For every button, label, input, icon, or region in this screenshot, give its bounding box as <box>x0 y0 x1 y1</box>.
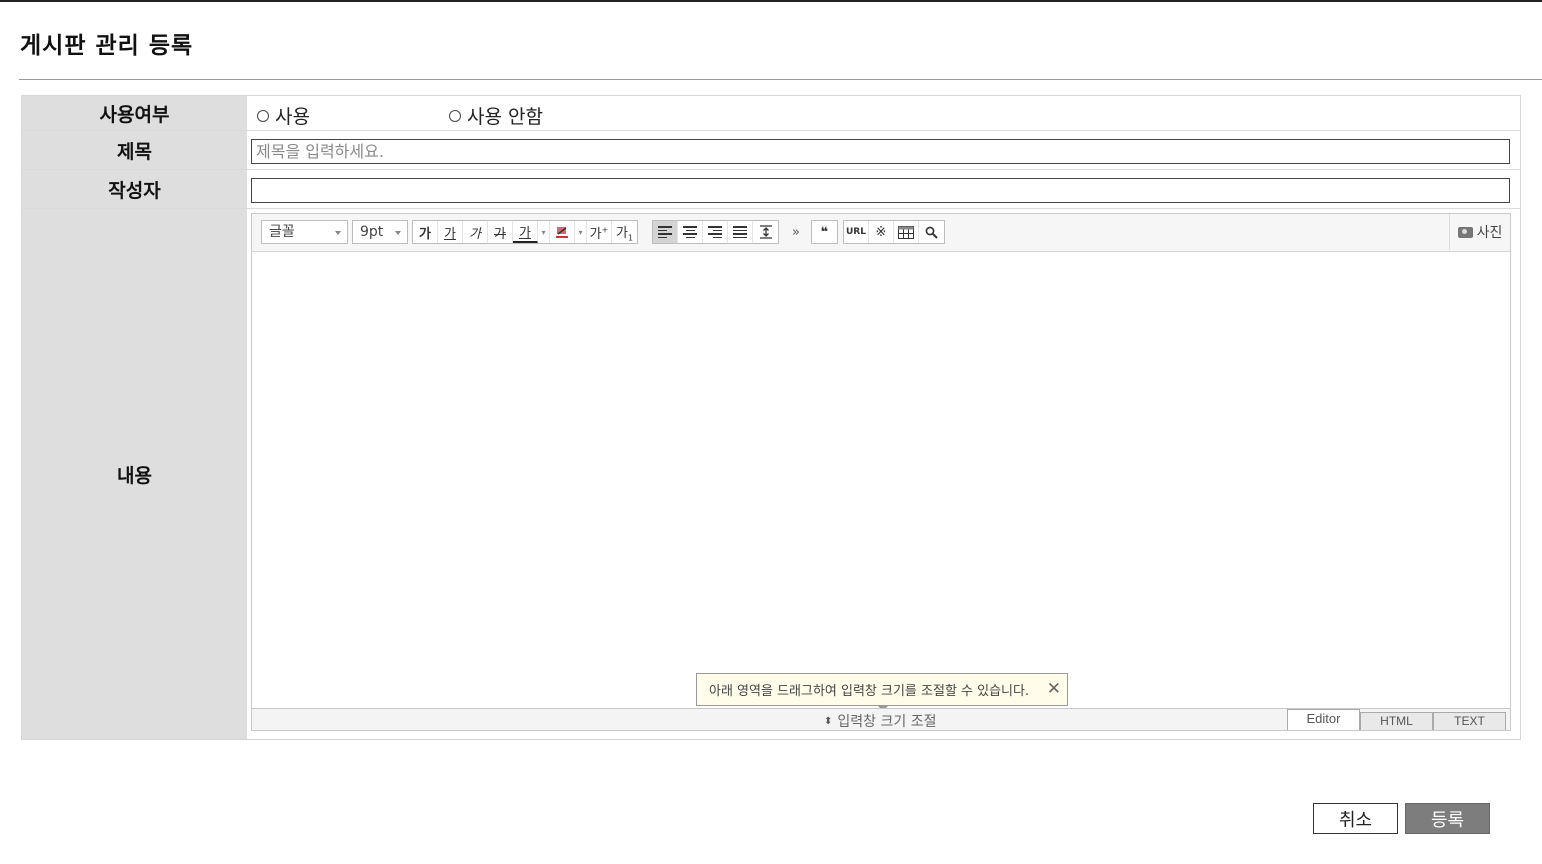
author-input[interactable] <box>251 178 1510 203</box>
content-cell: 글꼴 9pt 가 가 가 가 가 ▾ ▾ 가+ 가1 » ❝ URL ※ 사진 … <box>247 209 1520 739</box>
tab-html[interactable]: HTML <box>1360 712 1433 730</box>
font-size-select[interactable]: 9pt <box>352 220 408 244</box>
quote-group: ❝ <box>811 220 838 244</box>
use-label: 사용여부 <box>22 96 247 130</box>
align-justify-icon <box>733 226 747 238</box>
cancel-button[interactable]: 취소 <box>1313 803 1398 834</box>
editor-toolbar: 글꼴 9pt 가 가 가 가 가 ▾ ▾ 가+ 가1 » ❝ URL ※ 사진 <box>252 214 1510 252</box>
photo-button[interactable]: 사진 <box>1449 214 1510 250</box>
align-left-button[interactable] <box>653 221 678 243</box>
close-icon[interactable]: ✕ <box>1047 680 1061 698</box>
tab-editor[interactable]: Editor <box>1287 709 1360 730</box>
page-title: 게시판 관리 등록 <box>20 33 194 59</box>
resize-text: 입력창 크기 조절 <box>837 714 937 730</box>
bold-button[interactable]: 가 <box>413 221 438 243</box>
special-char-button[interactable]: ※ <box>869 221 894 243</box>
tooltip-text: 아래 영역을 드래그하여 입력창 크기를 조절할 수 있습니다. <box>709 684 1030 699</box>
tab-text[interactable]: TEXT <box>1433 712 1506 730</box>
url-icon: URL <box>846 227 866 237</box>
author-cell <box>247 170 1520 208</box>
font-color-icon: 가 <box>519 225 531 241</box>
font-size-value: 9pt <box>360 224 384 240</box>
align-left-icon <box>658 226 672 238</box>
chevron-down-icon <box>395 231 401 235</box>
use-radio-label: 사용 <box>275 106 310 128</box>
url-button[interactable]: URL <box>844 221 869 243</box>
resize-handle[interactable]: ⬍ 입력창 크기 조절 Editor HTML TEXT <box>252 708 1510 730</box>
subscript-icon: 가1 <box>615 225 634 243</box>
line-height-icon <box>759 225 772 239</box>
resize-arrows-icon: ⬍ <box>824 715 833 727</box>
editor-content-area[interactable] <box>252 252 1510 708</box>
underline-button[interactable]: 가 <box>438 221 463 243</box>
align-center-icon <box>683 226 697 238</box>
more-tools-button[interactable]: » <box>792 225 800 240</box>
superscript-icon: 가+ <box>589 225 609 242</box>
find-button[interactable] <box>919 221 944 243</box>
use-row: 사용여부 사용 사용 안함 <box>22 96 1520 131</box>
chevron-down-icon <box>335 231 341 235</box>
align-right-icon <box>708 226 722 238</box>
font-color-dropdown[interactable]: ▾ <box>538 221 550 243</box>
title-divider <box>19 79 1542 80</box>
highlight-button[interactable] <box>550 221 575 243</box>
text-style-group: 가 가 가 가 가 ▾ ▾ 가+ 가1 <box>412 220 638 244</box>
align-justify-button[interactable] <box>728 221 753 243</box>
author-row: 작성자 <box>22 170 1520 209</box>
special-char-icon: ※ <box>875 224 887 240</box>
strikethrough-icon: 가 <box>494 226 506 242</box>
align-right-button[interactable] <box>703 221 728 243</box>
top-border <box>0 0 1542 2</box>
search-icon <box>925 226 938 239</box>
rich-text-editor: 글꼴 9pt 가 가 가 가 가 ▾ ▾ 가+ 가1 » ❝ URL ※ 사진 … <box>251 213 1511 731</box>
font-family-value: 글꼴 <box>269 224 295 240</box>
editor-mode-tabs: Editor HTML TEXT <box>1287 709 1506 730</box>
table-button[interactable] <box>894 221 919 243</box>
italic-icon: 가 <box>469 226 481 242</box>
font-family-select[interactable]: 글꼴 <box>261 220 348 244</box>
highlight-icon <box>556 227 568 238</box>
title-cell <box>247 131 1520 169</box>
photo-label: 사진 <box>1476 225 1503 241</box>
quote-button[interactable]: ❝ <box>812 221 837 243</box>
camera-icon <box>1457 226 1473 238</box>
use-radio[interactable]: 사용 <box>257 102 310 129</box>
use-options: 사용 사용 안함 <box>247 96 1520 130</box>
font-color-button[interactable]: 가 <box>513 221 538 243</box>
superscript-glyph: 가 <box>589 226 602 242</box>
content-label: 내용 <box>22 209 247 739</box>
alignment-group <box>652 220 779 244</box>
line-height-button[interactable] <box>753 221 778 243</box>
table-icon <box>898 225 914 239</box>
radio-circle-icon[interactable] <box>449 109 461 122</box>
subscript-button[interactable]: 가1 <box>612 221 637 243</box>
bold-icon: 가 <box>419 226 431 242</box>
strikethrough-button[interactable]: 가 <box>488 221 513 243</box>
radio-circle-icon[interactable] <box>257 109 269 122</box>
title-label: 제목 <box>22 131 247 169</box>
align-center-button[interactable] <box>678 221 703 243</box>
quote-icon: ❝ <box>820 224 829 240</box>
insert-group: URL ※ <box>843 220 945 244</box>
superscript-button[interactable]: 가+ <box>587 221 612 243</box>
content-row: 내용 글꼴 9pt 가 가 가 가 가 ▾ ▾ 가+ 가1 » ❝ URL ※ … <box>22 209 1520 739</box>
not-use-radio[interactable]: 사용 안함 <box>449 102 543 129</box>
board-form: 사용여부 사용 사용 안함 제목 작성자 내용 <box>21 95 1521 740</box>
submit-button[interactable]: 등록 <box>1405 803 1490 834</box>
not-use-radio-label: 사용 안함 <box>467 106 543 128</box>
title-row: 제목 <box>22 131 1520 170</box>
resize-label[interactable]: ⬍ 입력창 크기 조절 <box>824 711 936 731</box>
subscript-glyph: 가 <box>615 225 628 241</box>
highlight-dropdown[interactable]: ▾ <box>575 221 587 243</box>
underline-icon: 가 <box>444 226 456 242</box>
title-input[interactable] <box>251 139 1510 164</box>
author-label: 작성자 <box>22 170 247 208</box>
resize-tooltip: 아래 영역을 드래그하여 입력창 크기를 조절할 수 있습니다. ✕ <box>696 673 1068 711</box>
italic-button[interactable]: 가 <box>463 221 488 243</box>
